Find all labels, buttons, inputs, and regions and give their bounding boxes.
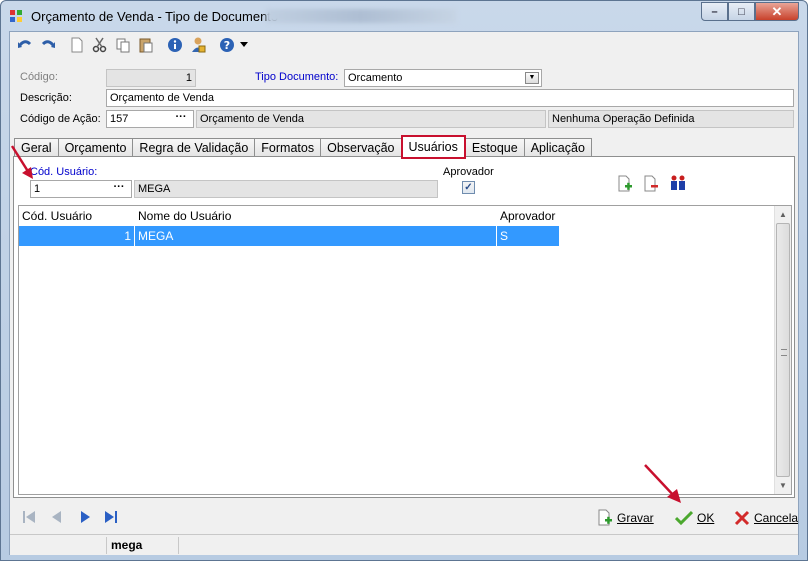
status-bar: mega [10, 534, 798, 555]
ok-label: OK [697, 511, 715, 525]
tab-regra-de-validacao[interactable]: Regra de Validação [132, 138, 256, 158]
cod-usuario-field[interactable]: 1 ··· [30, 180, 132, 198]
tipo-documento-label: Tipo Documento: [255, 71, 339, 83]
add-record-icon[interactable] [617, 175, 633, 193]
cell-aprovador: S [500, 229, 509, 243]
status-user: mega [107, 537, 179, 554]
copy-icon[interactable] [112, 34, 134, 56]
status-cell-empty [10, 537, 107, 554]
nome-usuario-field: MEGA [134, 180, 438, 198]
application-window: Orçamento de Venda - Tipo de Documento –… [0, 0, 808, 561]
column-header-nome-usuario[interactable]: Nome do Usuário [135, 206, 497, 226]
delete-record-icon[interactable] [643, 175, 659, 193]
codigo-acao-label: Código de Ação: [20, 113, 101, 125]
cod-usuario-lookup-button[interactable]: ··· [108, 181, 130, 197]
usuarios-grid: Cód. Usuário Nome do Usuário Aprovador 1… [18, 205, 792, 495]
previous-record-icon[interactable] [48, 508, 66, 526]
tab-strip: Geral Orçamento Regra de Validação Forma… [14, 135, 592, 159]
paste-icon[interactable] [135, 34, 157, 56]
window-title: Orçamento de Venda - Tipo de Documento [31, 9, 279, 24]
info-icon[interactable] [164, 34, 186, 56]
next-record-icon[interactable] [76, 508, 94, 526]
close-button[interactable]: ✕ [755, 2, 799, 21]
last-record-icon[interactable] [102, 508, 120, 526]
gravar-button[interactable]: Gravar [597, 508, 654, 528]
column-header-aprovador[interactable]: Aprovador [497, 206, 559, 226]
tipo-documento-select[interactable]: Orcamento ▼ [344, 69, 542, 87]
new-document-icon[interactable] [66, 34, 88, 56]
minimize-button[interactable]: – [701, 2, 728, 21]
tab-orcamento[interactable]: Orçamento [57, 138, 134, 158]
cell-cod-usuario: 1 [19, 226, 135, 246]
codigo-acao-value: 157 [110, 113, 129, 125]
cell-nome-usuario: MEGA [135, 226, 497, 246]
operacao-description: Nenhuma Operação Definida [548, 110, 794, 128]
cut-icon[interactable] [89, 34, 111, 56]
cancela-label: Cancela [754, 511, 799, 525]
scroll-down-icon[interactable]: ▼ [775, 477, 791, 494]
ok-button[interactable]: OK [675, 508, 714, 528]
first-record-icon[interactable] [20, 508, 38, 526]
table-row[interactable]: 1 MEGA S [19, 226, 559, 246]
tab-aplicacao[interactable]: Aplicação [523, 138, 592, 158]
cancel-x-icon [734, 510, 750, 526]
descricao-label: Descrição: [20, 92, 72, 104]
descricao-field[interactable]: Orçamento de Venda [106, 89, 794, 107]
help-dropdown-chevron-icon[interactable] [239, 34, 249, 56]
scroll-thumb[interactable] [776, 223, 790, 477]
tab-observacao[interactable]: Observação [320, 138, 402, 158]
cancela-button[interactable]: Cancela [734, 508, 798, 528]
redo-icon[interactable] [37, 34, 59, 56]
codigo-field[interactable]: 1 [106, 69, 196, 87]
column-header-cod-usuario[interactable]: Cód. Usuário [19, 206, 135, 226]
toolbar: ? [10, 32, 798, 58]
aprovador-checkbox[interactable]: ✓ [462, 181, 475, 194]
tab-usuarios[interactable]: Usuários [400, 135, 466, 159]
vertical-scrollbar[interactable]: ▲ ▼ [774, 206, 791, 494]
usuarios-tab-page: Cód. Usuário: 1 ··· MEGA Aprovador ✓ Cód… [13, 156, 795, 498]
chevron-down-icon[interactable]: ▼ [525, 72, 539, 84]
title-bar[interactable]: Orçamento de Venda - Tipo de Documento –… [1, 1, 807, 31]
tab-formatos[interactable]: Formatos [254, 138, 322, 158]
checkmark-icon [675, 510, 693, 526]
aprovador-label: Aprovador [443, 166, 494, 178]
tipo-documento-value: Orcamento [348, 72, 403, 84]
scroll-up-icon[interactable]: ▲ [775, 206, 791, 223]
title-redacted-region [266, 9, 456, 23]
undo-icon[interactable] [14, 34, 36, 56]
codigo-acao-lookup-button[interactable]: ··· [170, 111, 192, 127]
codigo-acao-description: Orçamento de Venda [196, 110, 546, 128]
users-icon[interactable] [669, 174, 687, 192]
help-icon[interactable]: ? [216, 34, 238, 56]
codigo-acao-field[interactable]: 157 ··· [106, 110, 194, 128]
cod-usuario-label: Cód. Usuário: [30, 166, 98, 178]
grid-header: Cód. Usuário Nome do Usuário Aprovador [19, 206, 559, 226]
gravar-label: Gravar [617, 511, 654, 525]
app-icon [10, 10, 22, 22]
codigo-label: Código: [20, 71, 58, 83]
save-document-icon [598, 509, 612, 526]
annotation-arrow-ok-icon [644, 464, 681, 503]
user-lock-icon[interactable] [187, 34, 209, 56]
annotation-arrow-cod-usuario-icon [10, 145, 33, 179]
cod-usuario-value: 1 [34, 183, 41, 195]
svg-text:?: ? [224, 39, 230, 52]
maximize-button[interactable]: □ [728, 2, 755, 21]
tab-estoque[interactable]: Estoque [464, 138, 525, 158]
